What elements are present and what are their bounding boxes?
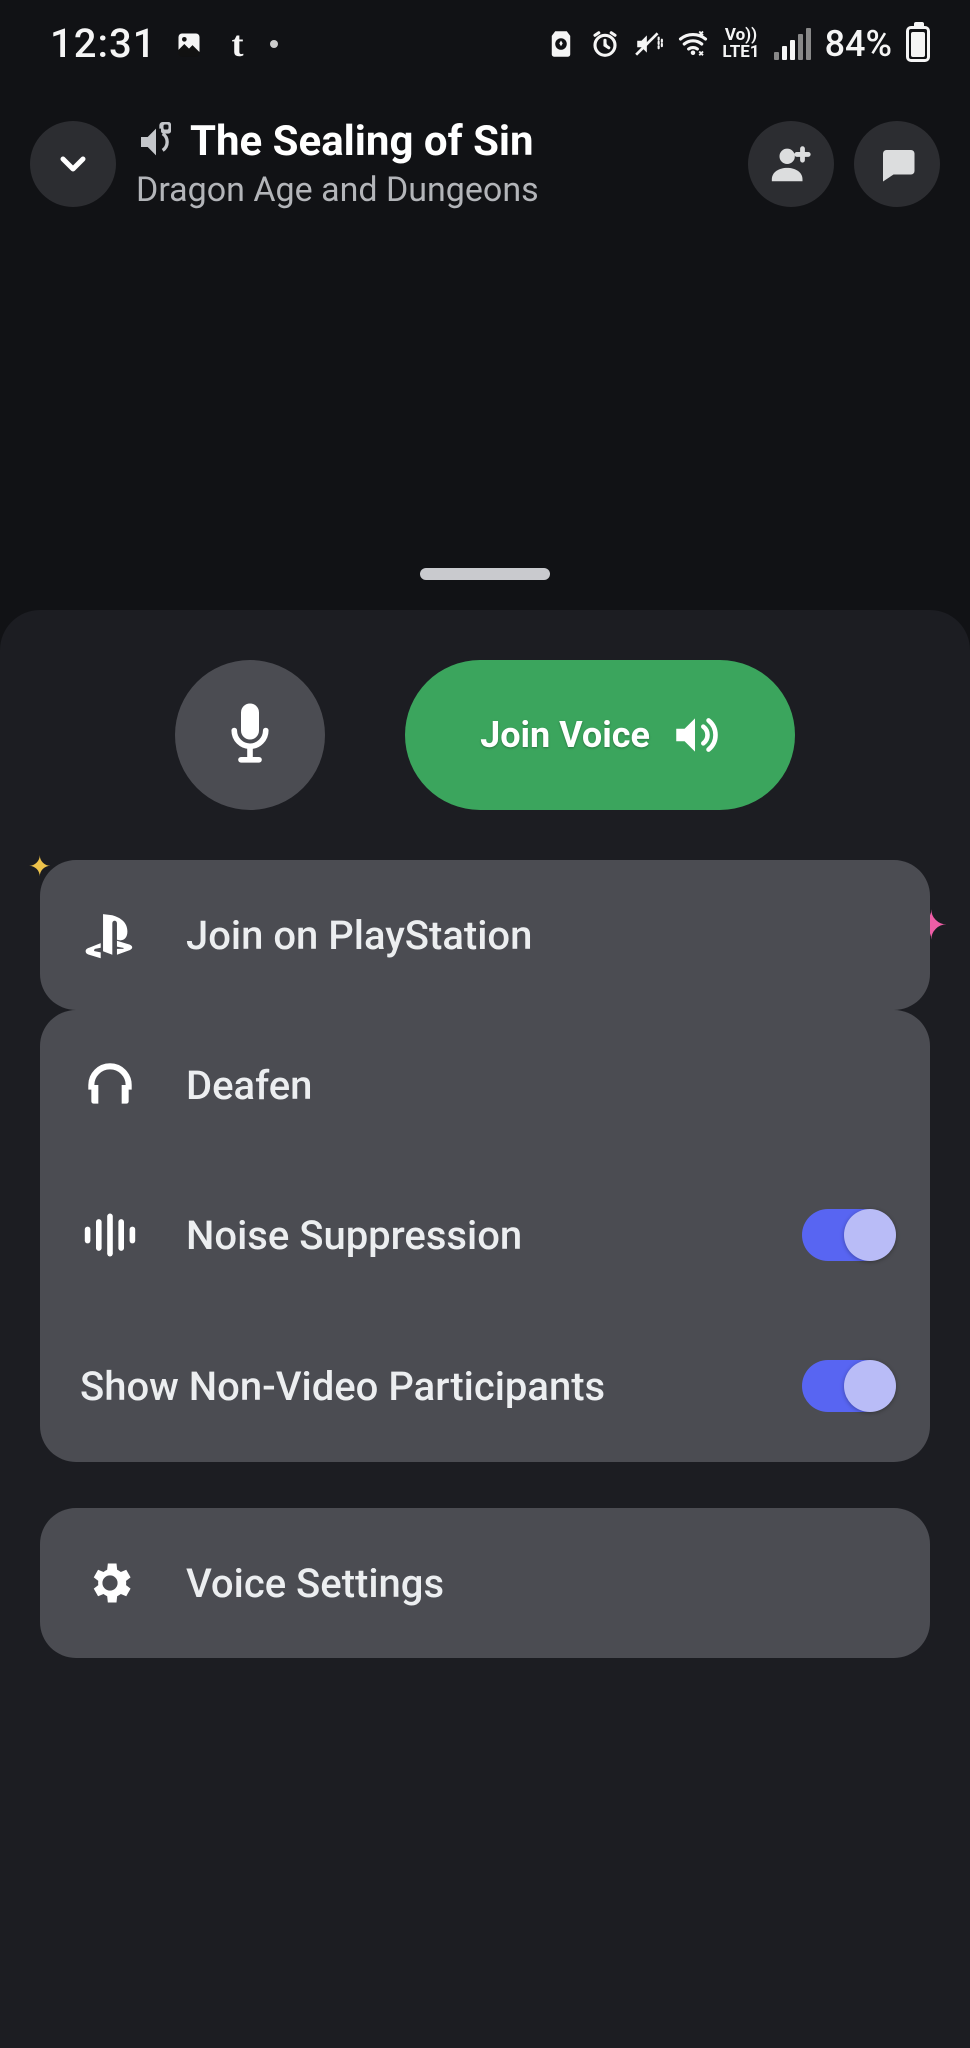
noise-suppression-label: Noise Suppression [186, 1212, 756, 1259]
chat-icon [876, 143, 918, 185]
deafen-row[interactable]: Deafen [40, 1010, 930, 1160]
noise-suppression-toggle[interactable] [802, 1209, 890, 1261]
sheet-handle-area [0, 220, 970, 610]
image-notification-icon [174, 29, 204, 59]
signal-icon [774, 28, 811, 60]
join-row: Join Voice [40, 660, 930, 810]
playstation-icon [80, 905, 140, 965]
battery-percentage: 84% [825, 23, 892, 65]
collapse-button[interactable] [30, 121, 116, 207]
header-titles: The Sealing of Sin Dragon Age and Dungeo… [136, 117, 728, 210]
battery-icon [906, 26, 930, 62]
soundwave-icon [80, 1205, 140, 1265]
status-bar: 12:31 t Vo)) LTE1 84% [0, 0, 970, 77]
clock: 12:31 [50, 20, 156, 67]
volte-label: Vo)) [725, 27, 757, 44]
channel-title: The Sealing of Sin [190, 117, 534, 166]
show-non-video-label: Show Non-Video Participants [80, 1363, 756, 1410]
audio-options-card: Deafen Noise Suppression Show Non-Video … [40, 1010, 930, 1462]
deafen-label: Deafen [186, 1062, 890, 1109]
chat-button[interactable] [854, 121, 940, 207]
voice-options-sheet: Join Voice ✦ ✦ ⁘ Join on PlayStation [0, 610, 970, 2048]
speaker-icon [670, 710, 720, 760]
gear-icon [80, 1553, 140, 1613]
headphones-icon [80, 1055, 140, 1115]
microphone-icon [223, 700, 277, 770]
refresh-icon [546, 29, 576, 59]
tumblr-icon: t [222, 29, 252, 59]
channel-header: The Sealing of Sin Dragon Age and Dungeo… [0, 77, 970, 220]
wifi-icon [678, 29, 708, 59]
join-voice-label: Join Voice [480, 714, 650, 756]
chevron-down-icon [53, 144, 93, 184]
sheet-drag-handle[interactable] [420, 568, 550, 580]
voice-settings-card[interactable]: Voice Settings [40, 1508, 930, 1658]
join-playstation-card[interactable]: Join on PlayStation [40, 860, 930, 1010]
lte-label: LTE1 [722, 44, 759, 61]
more-notifications-icon [270, 40, 278, 48]
status-right: Vo)) LTE1 84% [546, 23, 930, 65]
join-playstation-label: Join on PlayStation [186, 912, 890, 959]
add-user-icon [768, 141, 814, 187]
mute-mic-button[interactable] [175, 660, 325, 810]
add-user-button[interactable] [748, 121, 834, 207]
status-left: 12:31 t [50, 20, 278, 67]
join-voice-button[interactable]: Join Voice [405, 660, 795, 810]
show-non-video-row[interactable]: Show Non-Video Participants [40, 1310, 930, 1462]
voice-settings-label: Voice Settings [186, 1560, 890, 1607]
server-subtitle: Dragon Age and Dungeons [136, 170, 728, 210]
mute-vibrate-icon [634, 29, 664, 59]
voice-channel-icon [136, 122, 176, 162]
lte-icon: Vo)) LTE1 [722, 27, 759, 61]
alarm-icon [590, 29, 620, 59]
show-non-video-toggle[interactable] [802, 1360, 890, 1412]
noise-suppression-row[interactable]: Noise Suppression [40, 1160, 930, 1310]
